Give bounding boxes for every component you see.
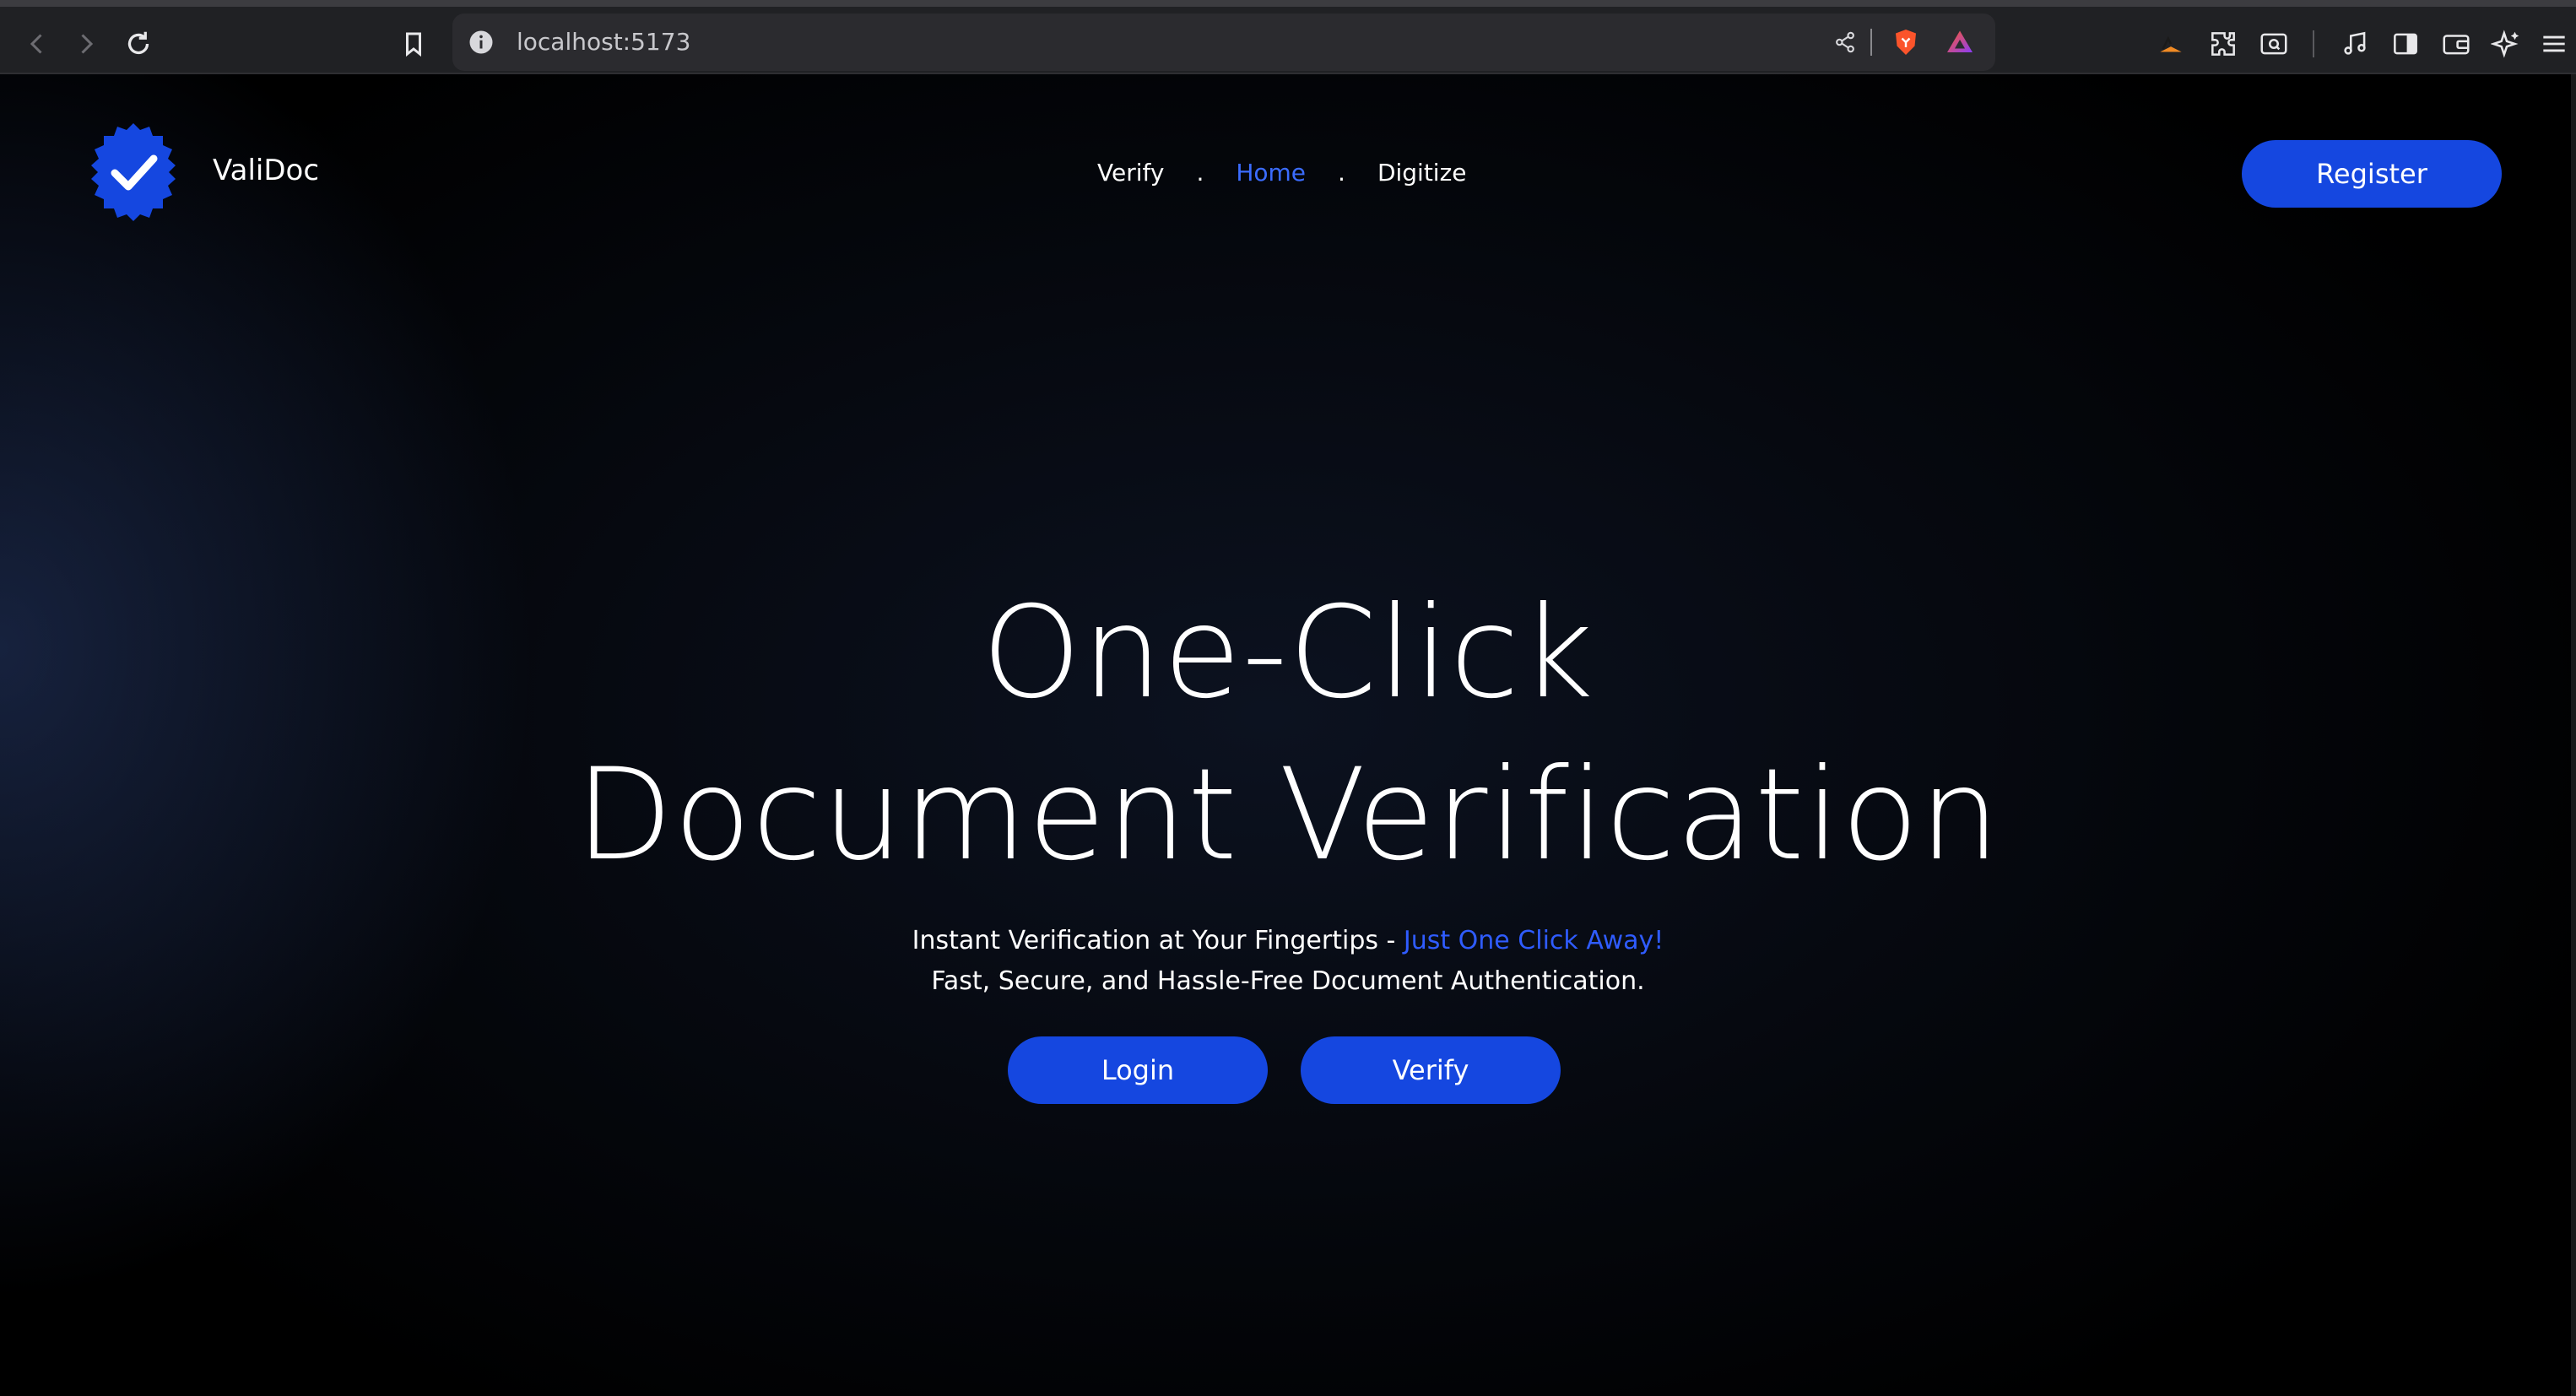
leo-icon[interactable] [2152, 25, 2189, 62]
subtitle-highlight: Just One Click Away! [1403, 926, 1664, 955]
share-icon[interactable] [1828, 25, 1862, 59]
login-button[interactable]: Login [1008, 1036, 1268, 1104]
forward-icon[interactable] [66, 24, 106, 64]
site-info-icon[interactable] [466, 27, 496, 57]
media-icon[interactable] [2336, 25, 2373, 62]
divider [1870, 29, 1872, 56]
verify-button[interactable]: Verify [1301, 1036, 1561, 1104]
subtitle-line2: Fast, Secure, and Hassle-Free Document A… [931, 966, 1645, 996]
wallet-icon[interactable] [2438, 25, 2475, 62]
nav-link-digitize[interactable]: Digitize [1377, 159, 1467, 187]
nav-link-verify[interactable]: Verify [1097, 159, 1164, 187]
hero-title-line2: Document Verification [575, 742, 2001, 889]
scrollbar[interactable] [2571, 74, 2576, 1396]
nav-link-home[interactable]: Home [1236, 159, 1306, 187]
back-icon[interactable] [17, 24, 57, 64]
page-content: ValiDoc Verify . Home . Digitize Registe… [0, 74, 2576, 1396]
extensions-icon[interactable] [2205, 25, 2242, 62]
brave-shields-icon[interactable] [1889, 25, 1923, 59]
reload-icon[interactable] [118, 24, 159, 64]
browser-toolbar: localhost:5173 [0, 0, 2576, 74]
ai-chat-icon[interactable] [2488, 25, 2525, 62]
hero-title: One-Click Document Verification [0, 572, 2576, 896]
register-button[interactable]: Register [2242, 140, 2502, 208]
hero-subtitle: Instant Verification at Your Fingertips … [0, 921, 2576, 1002]
subtitle-prefix: Instant Verification at Your Fingertips … [912, 926, 1404, 955]
url-text: localhost:5173 [517, 28, 691, 56]
tab-search-icon[interactable] [2255, 25, 2292, 62]
brave-rewards-icon[interactable] [1943, 25, 1977, 59]
nav-separator: . [1338, 158, 1345, 187]
hero-title-line1: One-Click [982, 580, 1594, 727]
bookmark-icon[interactable] [393, 24, 434, 64]
main-nav: Verify . Home . Digitize [1097, 155, 1467, 189]
menu-icon[interactable] [2535, 25, 2573, 62]
sidebar-icon[interactable] [2387, 25, 2424, 62]
brand-name[interactable]: ValiDoc [213, 154, 319, 187]
address-bar[interactable]: localhost:5173 [452, 14, 1995, 71]
divider [2313, 30, 2314, 57]
nav-separator: . [1196, 158, 1204, 187]
verified-badge-icon[interactable] [83, 122, 184, 223]
